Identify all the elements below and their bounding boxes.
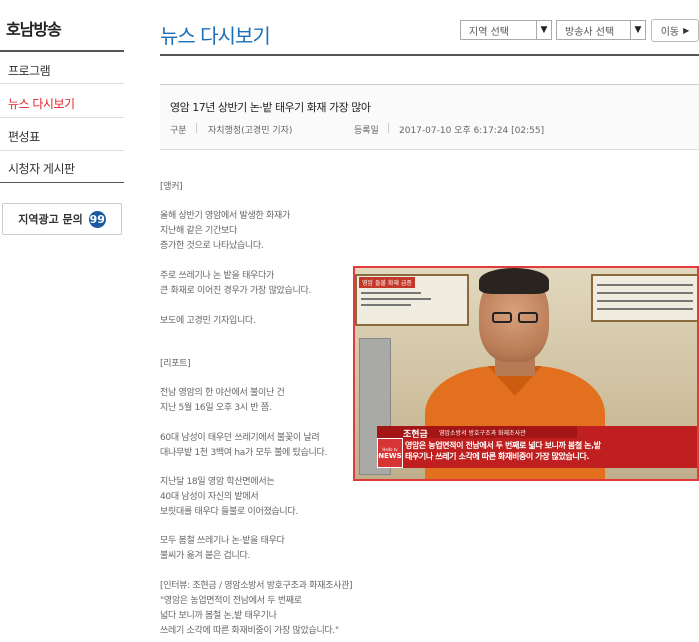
speech-bubble-icon: 99 <box>88 210 106 228</box>
menu-divider <box>0 150 124 151</box>
go-button[interactable]: 이동 ▶ <box>651 19 699 42</box>
news-logo-big: NEWS <box>378 451 402 460</box>
poster-line <box>361 292 421 294</box>
body-paragraph: [인터뷰: 조현금 / 영암소방서 방호구조과 화재조사관] "영암은 농업면적… <box>160 581 353 636</box>
sidebar-divider <box>0 50 124 52</box>
poster-line <box>597 308 693 310</box>
date-value: 2017-07-10 오후 6:17:24 [02:55] <box>399 126 545 136</box>
meta-divider <box>196 123 197 133</box>
poster-line <box>597 284 693 286</box>
body-paragraph: 모두 봄철 쓰레기나 논·밭을 태우다 불씨가 옮겨 붙은 겁니다. <box>160 536 285 561</box>
sidebar-item-viewer-board[interactable]: 시청자 게시판 <box>8 160 75 177</box>
caption-name: 조현금 <box>403 430 428 440</box>
go-button-label: 이동 <box>660 27 680 38</box>
body-paragraph: 보도에 고경민 기자입니다. <box>160 316 256 326</box>
poster-line <box>597 300 693 302</box>
article-header: 영암 17년 상반기 논·밭 태우기 화재 가장 많아 구분 자치행정(고경민 … <box>160 84 699 150</box>
glasses <box>488 312 542 324</box>
poster-tag: 영암 들불 화재 급증 <box>359 277 415 288</box>
chevron-right-icon: ▶ <box>683 26 690 35</box>
station-select[interactable]: 방송사 선택 ▼ <box>556 20 646 40</box>
ad-button-label: 지역광고 문의 <box>18 213 83 226</box>
header-divider <box>160 54 699 56</box>
poster-line <box>361 304 411 306</box>
caption-role: 영암소방서 방호구조과 화재조사관 <box>439 430 526 437</box>
region-select[interactable]: 지역 선택 ▼ <box>460 20 552 40</box>
news-video-frame[interactable]: 영암 들불 화재 급증 조현금 영암소방서 방호구조과 화재조사관 영암은 농업… <box>353 266 699 481</box>
body-paragraph: 60대 남성이 태우던 쓰레기에서 불꽃이 날려 대나무밭 1천 3백여 ha가… <box>160 433 328 458</box>
wall-chart <box>591 274 697 322</box>
body-paragraph: 올해 상반기 영암에서 발생한 화재가 지난해 같은 기간보다 증가한 것으로 … <box>160 211 290 251</box>
body-paragraph: 주로 쓰레기나 논 밭을 태우다가 큰 화재로 이어진 경우가 가장 많았습니다… <box>160 271 312 296</box>
menu-divider <box>0 83 124 84</box>
caption-text: 영암은 농업면적이 전남에서 두 번째로 넓다 보니까 봄철 논,밭 태우기나 … <box>405 441 601 461</box>
category-value: 자치행정(고경민 기자) <box>208 126 293 136</box>
body-paragraph: 지난달 18일 영암 학산면에서는 40대 남성이 자신의 밭에서 보릿대를 태… <box>160 477 298 517</box>
region-select-value: 지역 선택 <box>469 26 509 38</box>
menu-divider <box>0 117 124 118</box>
wall-poster: 영암 들불 화재 급증 <box>355 274 469 326</box>
station-select-value: 방송사 선택 <box>565 26 615 38</box>
brand-logo[interactable]: 호남방송 <box>6 16 62 40</box>
article-title: 영암 17년 상반기 논·밭 태우기 화재 가장 많아 <box>170 101 371 114</box>
regional-ad-inquiry-button[interactable]: 지역광고 문의 99 <box>2 203 122 235</box>
sidebar-item-news-replay[interactable]: 뉴스 다시보기 <box>8 95 75 112</box>
poster-line <box>597 292 693 294</box>
chevron-down-icon: ▼ <box>630 21 645 39</box>
menu-divider <box>0 182 124 183</box>
meta-divider <box>388 123 389 133</box>
body-paragraph: [리포트] <box>160 359 191 369</box>
body-paragraph: 전남 영암의 한 야산에서 불이난 건 지난 5월 16일 오후 3시 반 쯤. <box>160 388 285 413</box>
person-hair <box>479 268 549 294</box>
sidebar-item-programs[interactable]: 프로그램 <box>8 62 51 79</box>
sidebar-item-schedule[interactable]: 편성표 <box>8 128 40 145</box>
date-label: 등록일 <box>354 126 379 136</box>
news-logo: Hello tv NEWS <box>377 438 403 468</box>
chevron-down-icon: ▼ <box>536 21 551 39</box>
poster-line <box>361 298 431 300</box>
body-paragraph: [앵커] <box>160 182 183 192</box>
category-label: 구분 <box>170 126 187 136</box>
page-title: 뉴스 다시보기 <box>160 24 271 48</box>
